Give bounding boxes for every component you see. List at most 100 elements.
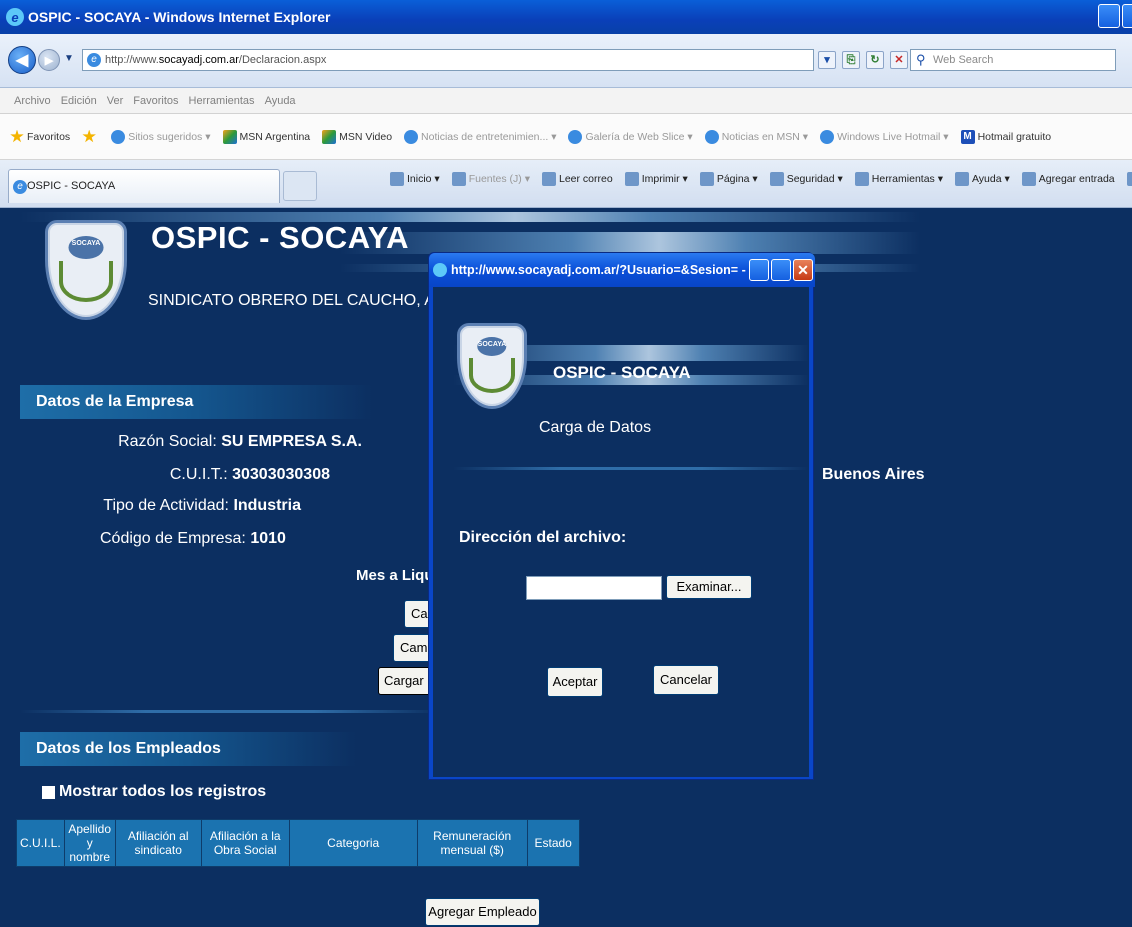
popup-org-name: OSPIC - SOCAYA (553, 363, 691, 382)
ie-icon (820, 129, 835, 144)
new-tab-button[interactable] (283, 171, 317, 201)
codigo-label: Código de Empresa: (100, 530, 246, 547)
favorite-item[interactable]: Sitios sugeridos ▾ (111, 129, 211, 144)
actividad-label: Tipo de Actividad: (103, 497, 229, 514)
cancel-button[interactable]: Cancelar (653, 665, 719, 695)
popup-close-button[interactable]: ✕ (793, 259, 813, 281)
accept-button[interactable]: Aceptar (547, 667, 603, 697)
command-label: Fuentes (J) ▾ (468, 173, 530, 185)
browse-button[interactable]: Examinar... (666, 575, 752, 599)
popup-minimize-button[interactable] (749, 259, 769, 281)
address-bar[interactable]: e http://www.socayadj.com.ar/Declaracion… (82, 49, 814, 71)
title-bar: e OSPIC - SOCAYA - Windows Internet Expl… (0, 0, 1132, 34)
favorite-item[interactable]: MSN Argentina (222, 129, 311, 144)
razon-social: Razón Social: SU EMPRESA S.A. (100, 433, 362, 451)
print-icon (624, 172, 639, 186)
popup-body: SOCAYA OSPIC - SOCAYA Carga de Datos Dir… (433, 287, 809, 777)
tools-icon (854, 172, 869, 186)
menu-favoritos[interactable]: Favoritos (133, 95, 178, 107)
command-rss[interactable]: Fuentes (J) ▾ (451, 172, 530, 186)
page-icon: e (87, 53, 101, 67)
forward-button[interactable]: ▶ (38, 49, 60, 71)
cambiar-mes-button[interactable]: Cam (393, 634, 433, 662)
stop-icon[interactable]: ✕ (890, 51, 908, 69)
logo-badge: SOCAYA (68, 236, 104, 259)
favorite-item[interactable]: Noticias de entretenimien... ▾ (404, 129, 556, 144)
column-header[interactable]: Apellido y nombre (63, 819, 116, 867)
favorite-item[interactable]: Noticias en MSN ▾ (704, 129, 809, 144)
menu-archivo[interactable]: Archivo (14, 95, 51, 107)
actividad-value: Industria (233, 497, 301, 514)
show-all-records-link[interactable]: Mostrar todos los registros (42, 783, 266, 801)
mail-icon (542, 172, 556, 186)
command-home[interactable]: Inicio ▾ (390, 172, 440, 186)
command-page[interactable]: Página ▾ (699, 172, 758, 186)
search-icon: ⚲ (916, 52, 926, 67)
mes-liquidar-label: Mes a Liqu (356, 567, 428, 584)
popup-maximize-button[interactable] (771, 259, 791, 281)
refresh-icon[interactable]: ↻ (866, 51, 884, 69)
favorites-button[interactable]: Favoritos (10, 129, 70, 144)
add-favorite-button[interactable] (82, 129, 99, 144)
column-header[interactable]: Afiliación al sindicato (114, 819, 202, 867)
favorite-item[interactable]: Galería de Web Slice ▾ (568, 129, 693, 144)
tab-ie-icon: e (13, 180, 27, 194)
cuit: C.U.I.T.: 30303030308 (100, 466, 330, 484)
add-employee-button[interactable]: Agregar Empleado (425, 898, 540, 926)
favorite-item[interactable]: MSN Video (322, 129, 392, 144)
address-dropdown-icon[interactable]: ▾ (818, 51, 836, 69)
command-research[interactable]: Research (1126, 172, 1132, 186)
history-dropdown-icon[interactable]: ▼ (64, 53, 74, 64)
browser-window: e OSPIC - SOCAYA - Windows Internet Expl… (0, 0, 1132, 927)
command-blog[interactable]: Agregar entrada (1021, 172, 1115, 186)
web-search-input[interactable]: ⚲ Web Search (910, 49, 1116, 71)
cargar-button[interactable]: Cargar (378, 667, 434, 695)
section-divider (20, 710, 440, 713)
column-header[interactable]: Estado (526, 819, 580, 867)
laurel-icon (58, 260, 114, 302)
tab-row: e OSPIC - SOCAYA Inicio ▾ Fuentes (J) ▾ Le… (0, 160, 1132, 208)
razon-label: Razón Social: (118, 433, 217, 450)
command-tools[interactable]: Herramientas ▾ (854, 172, 943, 186)
tipo-actividad: Tipo de Actividad: Industria (100, 497, 301, 515)
command-security[interactable]: Seguridad ▾ (769, 172, 843, 186)
msn-icon (322, 129, 337, 144)
command-print[interactable]: Imprimir ▾ (624, 172, 688, 186)
menu-ver[interactable]: Ver (107, 95, 124, 107)
menu-herramientas[interactable]: Herramientas (189, 95, 255, 107)
address-path: /Declaracion.aspx (238, 54, 327, 66)
msn-icon (222, 129, 237, 144)
favorite-label: Noticias en MSN ▾ (721, 130, 809, 143)
file-path-input[interactable] (526, 576, 662, 600)
company-section-title: Datos de la Empresa (20, 385, 460, 419)
cuit-value: 30303030308 (232, 466, 330, 483)
employees-table: C.U.I.L. Apellido y nombre Afiliación al… (16, 819, 580, 867)
file-path-label: Dirección del archivo: (459, 529, 627, 546)
column-header[interactable]: Afiliación a la Obra Social (200, 819, 290, 867)
address-host: socayadj.com.ar (158, 54, 239, 66)
tab-label: OSPIC - SOCAYA (27, 180, 116, 192)
column-header[interactable]: Remuneración mensual ($) (416, 819, 528, 867)
column-header[interactable]: C.U.I.L. (16, 819, 65, 867)
command-mail[interactable]: Leer correo (542, 172, 613, 186)
menu-edicion[interactable]: Edición (61, 95, 97, 107)
command-label: Seguridad ▾ (786, 173, 843, 185)
favorite-label: Sitios sugeridos ▾ (128, 130, 211, 143)
favorite-label: MSN Argentina (239, 130, 311, 143)
page-icon (699, 172, 714, 186)
menu-ayuda[interactable]: Ayuda (265, 95, 296, 107)
address-prefix: http://www. (105, 54, 159, 66)
minimize-button[interactable] (1098, 4, 1120, 28)
site-title: OSPIC - SOCAYA (151, 220, 409, 255)
tab-ospic-socaya[interactable]: e OSPIC - SOCAYA (8, 169, 280, 203)
command-label: Inicio ▾ (407, 173, 440, 185)
ie-icon (111, 129, 126, 144)
back-button[interactable]: ◀ (8, 46, 36, 74)
maximize-button[interactable] (1122, 4, 1132, 28)
column-header[interactable]: Categoria (288, 819, 418, 867)
favorite-item[interactable]: Windows Live Hotmail ▾ (820, 129, 949, 144)
favorite-item[interactable]: M Hotmail gratuito (960, 129, 1051, 144)
compatibility-icon[interactable]: ⎘ (842, 51, 860, 69)
table-header-row: C.U.I.L. Apellido y nombre Afiliación al… (16, 819, 580, 867)
command-help[interactable]: Ayuda ▾ (954, 172, 1010, 186)
